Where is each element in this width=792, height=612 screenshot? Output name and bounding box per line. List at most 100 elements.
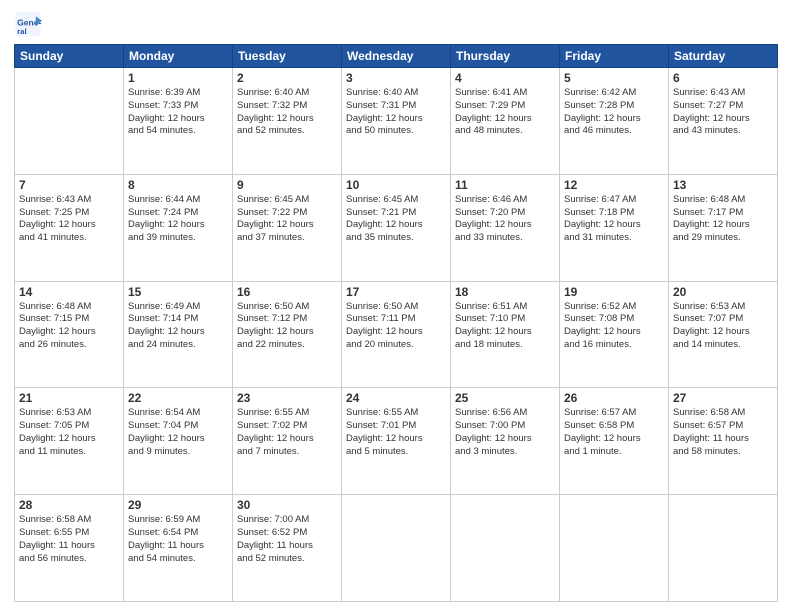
week-row-4: 21 Sunrise: 6:53 AMSunset: 7:05 PMDayligh… (15, 388, 778, 495)
calendar-cell: 28 Sunrise: 6:58 AMSunset: 6:55 PMDayligh… (15, 495, 124, 602)
day-number: 13 (673, 178, 773, 192)
day-info: Sunrise: 6:56 AMSunset: 7:00 PMDaylight:… (455, 407, 555, 458)
calendar-cell: 21 Sunrise: 6:53 AMSunset: 7:05 PMDayligh… (15, 388, 124, 495)
calendar-cell: 20 Sunrise: 6:53 AMSunset: 7:07 PMDayligh… (669, 281, 778, 388)
calendar-table: SundayMondayTuesdayWednesdayThursdayFrid… (14, 44, 778, 602)
day-number: 7 (19, 178, 119, 192)
day-info: Sunrise: 7:00 AMSunset: 6:52 PMDaylight:… (237, 514, 337, 565)
day-info: Sunrise: 6:53 AMSunset: 7:05 PMDaylight:… (19, 407, 119, 458)
day-number: 3 (346, 71, 446, 85)
day-number: 19 (564, 285, 664, 299)
day-info: Sunrise: 6:51 AMSunset: 7:10 PMDaylight:… (455, 301, 555, 352)
day-number: 14 (19, 285, 119, 299)
week-row-3: 14 Sunrise: 6:48 AMSunset: 7:15 PMDayligh… (15, 281, 778, 388)
calendar-cell: 22 Sunrise: 6:54 AMSunset: 7:04 PMDayligh… (124, 388, 233, 495)
logo-icon: Gene- ral (14, 10, 42, 38)
day-info: Sunrise: 6:52 AMSunset: 7:08 PMDaylight:… (564, 301, 664, 352)
logo: Gene- ral (14, 10, 46, 38)
day-number: 12 (564, 178, 664, 192)
day-number: 17 (346, 285, 446, 299)
day-number: 18 (455, 285, 555, 299)
calendar-cell: 29Sunrise: 6:59 AMSunset: 6:54 PMDayligh… (124, 495, 233, 602)
day-number: 21 (19, 391, 119, 405)
day-number: 6 (673, 71, 773, 85)
day-number: 24 (346, 391, 446, 405)
calendar-cell: 7 Sunrise: 6:43 AMSunset: 7:25 PMDaylight… (15, 174, 124, 281)
day-info: Sunrise: 6:48 AMSunset: 7:17 PMDaylight:… (673, 194, 773, 245)
day-info: Sunrise: 6:55 AMSunset: 7:01 PMDaylight:… (346, 407, 446, 458)
weekday-header-monday: Monday (124, 45, 233, 68)
day-info: Sunrise: 6:46 AMSunset: 7:20 PMDaylight:… (455, 194, 555, 245)
calendar-cell: 30Sunrise: 7:00 AMSunset: 6:52 PMDayligh… (233, 495, 342, 602)
day-number: 23 (237, 391, 337, 405)
calendar-cell (451, 495, 560, 602)
day-info: Sunrise: 6:58 AMSunset: 6:55 PMDaylight:… (19, 514, 119, 565)
calendar-cell (560, 495, 669, 602)
calendar-cell: 24 Sunrise: 6:55 AMSunset: 7:01 PMDayligh… (342, 388, 451, 495)
weekday-header-row: SundayMondayTuesdayWednesdayThursdayFrid… (15, 45, 778, 68)
day-info: Sunrise: 6:39 AMSunset: 7:33 PMDaylight:… (128, 87, 228, 138)
day-number: 20 (673, 285, 773, 299)
day-info: Sunrise: 6:45 AMSunset: 7:22 PMDaylight:… (237, 194, 337, 245)
day-info: Sunrise: 6:55 AMSunset: 7:02 PMDaylight:… (237, 407, 337, 458)
calendar-cell: 19 Sunrise: 6:52 AMSunset: 7:08 PMDayligh… (560, 281, 669, 388)
calendar-cell: 10 Sunrise: 6:45 AMSunset: 7:21 PMDayligh… (342, 174, 451, 281)
day-number: 8 (128, 178, 228, 192)
calendar-cell: 14 Sunrise: 6:48 AMSunset: 7:15 PMDayligh… (15, 281, 124, 388)
week-row-2: 7 Sunrise: 6:43 AMSunset: 7:25 PMDaylight… (15, 174, 778, 281)
day-number: 16 (237, 285, 337, 299)
day-info: Sunrise: 6:48 AMSunset: 7:15 PMDaylight:… (19, 301, 119, 352)
day-number: 9 (237, 178, 337, 192)
day-info: Sunrise: 6:45 AMSunset: 7:21 PMDaylight:… (346, 194, 446, 245)
weekday-header-wednesday: Wednesday (342, 45, 451, 68)
day-info: Sunrise: 6:41 AMSunset: 7:29 PMDaylight:… (455, 87, 555, 138)
day-number: 29 (128, 498, 228, 512)
calendar-cell: 26Sunrise: 6:57 AMSunset: 6:58 PMDayligh… (560, 388, 669, 495)
header: Gene- ral (14, 10, 778, 38)
weekday-header-sunday: Sunday (15, 45, 124, 68)
weekday-header-saturday: Saturday (669, 45, 778, 68)
svg-text:ral: ral (17, 27, 27, 36)
calendar-cell (15, 68, 124, 175)
calendar-cell: 8Sunrise: 6:44 AMSunset: 7:24 PMDaylight… (124, 174, 233, 281)
day-info: Sunrise: 6:49 AMSunset: 7:14 PMDaylight:… (128, 301, 228, 352)
day-number: 11 (455, 178, 555, 192)
weekday-header-friday: Friday (560, 45, 669, 68)
day-info: Sunrise: 6:50 AMSunset: 7:11 PMDaylight:… (346, 301, 446, 352)
day-info: Sunrise: 6:42 AMSunset: 7:28 PMDaylight:… (564, 87, 664, 138)
weekday-header-thursday: Thursday (451, 45, 560, 68)
day-number: 4 (455, 71, 555, 85)
day-info: Sunrise: 6:53 AMSunset: 7:07 PMDaylight:… (673, 301, 773, 352)
week-row-1: 1Sunrise: 6:39 AMSunset: 7:33 PMDaylight… (15, 68, 778, 175)
day-info: Sunrise: 6:54 AMSunset: 7:04 PMDaylight:… (128, 407, 228, 458)
calendar-cell: 5 Sunrise: 6:42 AMSunset: 7:28 PMDaylight… (560, 68, 669, 175)
calendar-cell: 2 Sunrise: 6:40 AMSunset: 7:32 PMDaylight… (233, 68, 342, 175)
calendar-cell: 15 Sunrise: 6:49 AMSunset: 7:14 PMDayligh… (124, 281, 233, 388)
weekday-header-tuesday: Tuesday (233, 45, 342, 68)
calendar-cell (342, 495, 451, 602)
calendar-cell (669, 495, 778, 602)
day-info: Sunrise: 6:50 AMSunset: 7:12 PMDaylight:… (237, 301, 337, 352)
day-info: Sunrise: 6:43 AMSunset: 7:27 PMDaylight:… (673, 87, 773, 138)
calendar-cell: 1Sunrise: 6:39 AMSunset: 7:33 PMDaylight… (124, 68, 233, 175)
calendar-cell: 9 Sunrise: 6:45 AMSunset: 7:22 PMDaylight… (233, 174, 342, 281)
calendar-cell: 27Sunrise: 6:58 AMSunset: 6:57 PMDayligh… (669, 388, 778, 495)
day-info: Sunrise: 6:40 AMSunset: 7:32 PMDaylight:… (237, 87, 337, 138)
day-number: 15 (128, 285, 228, 299)
calendar-cell: 4 Sunrise: 6:41 AMSunset: 7:29 PMDaylight… (451, 68, 560, 175)
day-number: 10 (346, 178, 446, 192)
calendar-cell: 3Sunrise: 6:40 AMSunset: 7:31 PMDaylight… (342, 68, 451, 175)
day-info: Sunrise: 6:43 AMSunset: 7:25 PMDaylight:… (19, 194, 119, 245)
calendar-cell: 6 Sunrise: 6:43 AMSunset: 7:27 PMDaylight… (669, 68, 778, 175)
day-number: 2 (237, 71, 337, 85)
day-number: 22 (128, 391, 228, 405)
day-number: 5 (564, 71, 664, 85)
calendar-cell: 11 Sunrise: 6:46 AMSunset: 7:20 PMDayligh… (451, 174, 560, 281)
day-number: 25 (455, 391, 555, 405)
calendar-cell: 18 Sunrise: 6:51 AMSunset: 7:10 PMDayligh… (451, 281, 560, 388)
calendar-cell: 16 Sunrise: 6:50 AMSunset: 7:12 PMDayligh… (233, 281, 342, 388)
day-number: 27 (673, 391, 773, 405)
day-info: Sunrise: 6:47 AMSunset: 7:18 PMDaylight:… (564, 194, 664, 245)
day-number: 28 (19, 498, 119, 512)
calendar-cell: 13 Sunrise: 6:48 AMSunset: 7:17 PMDayligh… (669, 174, 778, 281)
